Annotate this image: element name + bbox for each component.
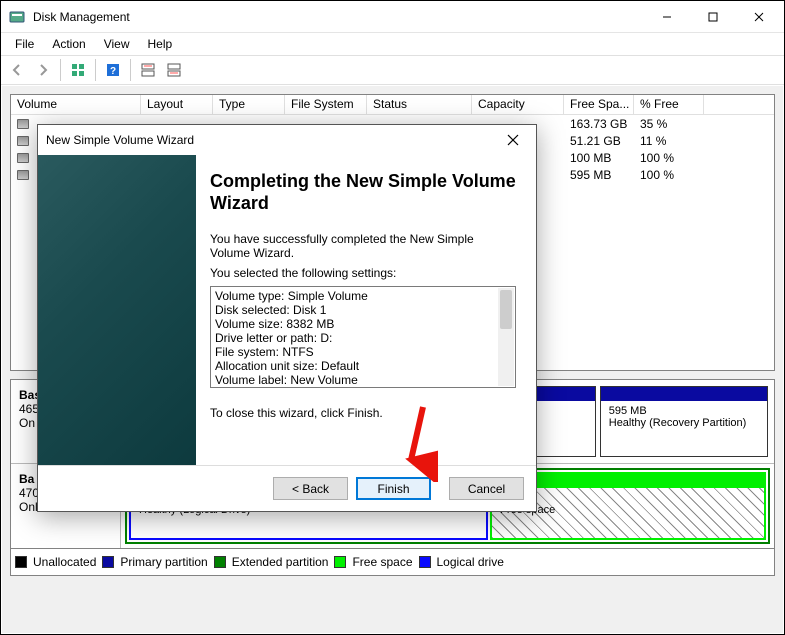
menu-bar: File Action View Help xyxy=(1,33,784,55)
minimize-button[interactable] xyxy=(644,2,690,32)
view-bottom-icon[interactable] xyxy=(162,58,186,82)
col-filesystem[interactable]: File System xyxy=(285,95,367,114)
menu-action[interactable]: Action xyxy=(44,35,93,53)
menu-help[interactable]: Help xyxy=(140,35,181,53)
wizard-success-text: You have successfully completed the New … xyxy=(210,232,516,260)
col-pctfree[interactable]: % Free xyxy=(634,95,704,114)
window-title: Disk Management xyxy=(33,10,644,24)
wizard-sidebar-image xyxy=(38,155,196,465)
col-volume[interactable]: Volume xyxy=(11,95,141,114)
wizard-footer: < Back Finish Cancel xyxy=(38,465,536,511)
wizard-close-button[interactable] xyxy=(498,126,528,154)
legend-swatch-logical xyxy=(419,556,431,568)
legend-swatch-free xyxy=(334,556,346,568)
finish-button[interactable]: Finish xyxy=(356,477,431,500)
view-top-icon[interactable] xyxy=(136,58,160,82)
wizard-titlebar[interactable]: New Simple Volume Wizard xyxy=(38,125,536,155)
drive-icon xyxy=(17,136,29,146)
wizard-settings-list[interactable]: Volume type: Simple Volume Disk selected… xyxy=(210,286,516,388)
toolbar: ? xyxy=(1,55,784,85)
close-button[interactable] xyxy=(736,2,782,32)
wizard-settings-label: You selected the following settings: xyxy=(210,266,516,280)
forward-icon xyxy=(31,58,55,82)
wizard-dialog: New Simple Volume Wizard Completing the … xyxy=(37,124,537,512)
partition-recovery[interactable]: 595 MB Healthy (Recovery Partition) xyxy=(600,386,768,457)
col-status[interactable]: Status xyxy=(367,95,472,114)
col-freespace[interactable]: Free Spa... xyxy=(564,95,634,114)
back-icon xyxy=(5,58,29,82)
wizard-title: New Simple Volume Wizard xyxy=(46,133,498,147)
menu-file[interactable]: File xyxy=(7,35,42,53)
back-button[interactable]: < Back xyxy=(273,477,348,500)
legend-swatch-extended xyxy=(214,556,226,568)
maximize-button[interactable] xyxy=(690,2,736,32)
app-icon xyxy=(9,9,25,25)
drive-icon xyxy=(17,119,29,129)
col-layout[interactable]: Layout xyxy=(141,95,213,114)
help-icon[interactable]: ? xyxy=(101,58,125,82)
wizard-heading: Completing the New Simple Volume Wizard xyxy=(210,171,516,214)
table-header: Volume Layout Type File System Status Ca… xyxy=(11,95,774,115)
title-bar: Disk Management xyxy=(1,1,784,33)
scrollbar[interactable] xyxy=(498,288,514,386)
drive-icon xyxy=(17,153,29,163)
wizard-close-hint: To close this wizard, click Finish. xyxy=(210,406,516,420)
legend-swatch-unallocated xyxy=(15,556,27,568)
refresh-icon[interactable] xyxy=(66,58,90,82)
window-controls xyxy=(644,2,782,32)
svg-text:?: ? xyxy=(110,66,116,77)
legend: Unallocated Primary partition Extended p… xyxy=(10,549,775,576)
drive-icon xyxy=(17,170,29,180)
col-type[interactable]: Type xyxy=(213,95,285,114)
cancel-button[interactable]: Cancel xyxy=(449,477,524,500)
col-capacity[interactable]: Capacity xyxy=(472,95,564,114)
wizard-content: Completing the New Simple Volume Wizard … xyxy=(196,155,536,465)
menu-view[interactable]: View xyxy=(96,35,138,53)
legend-swatch-primary xyxy=(102,556,114,568)
